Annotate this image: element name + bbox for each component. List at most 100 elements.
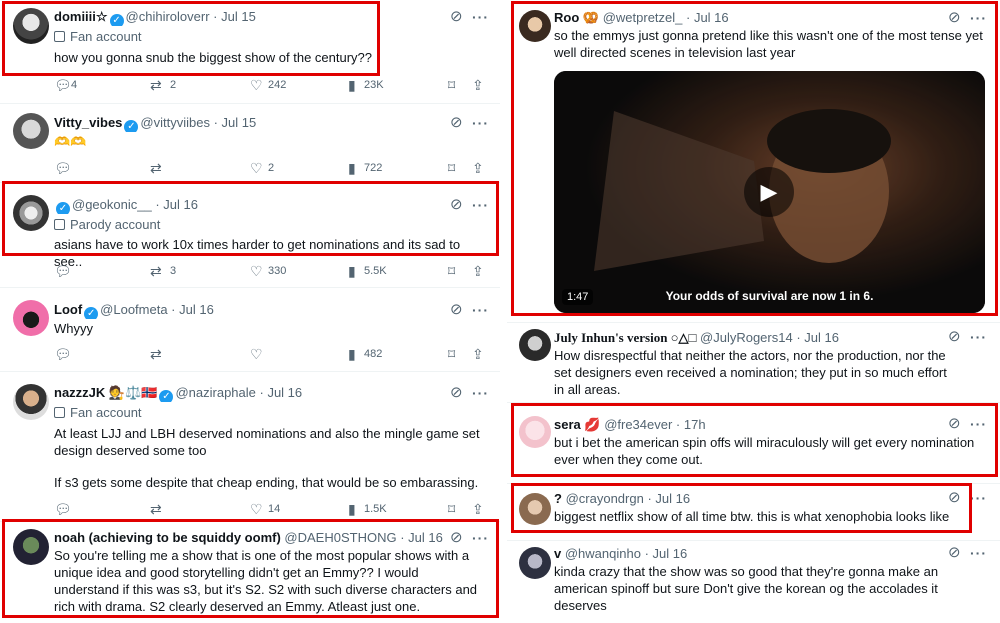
views-icon[interactable]: ▮ [348,76,356,94]
grok-icon[interactable]: ⊘ [450,385,466,401]
share-icon[interactable]: ⇪ [472,345,484,363]
grok-icon[interactable]: ⊘ [948,545,964,561]
tweet[interactable]: ? @crayondrgn · Jul 16 ⊘ ··· biggest net… [507,484,1000,540]
more-icon[interactable]: ··· [970,330,987,344]
tweet[interactable]: noah (achieving to be squiddy oomf) @DAE… [0,522,500,623]
handle[interactable]: @vittyviibes [140,115,210,130]
bookmark-icon[interactable]: ⌑ [448,159,455,177]
avatar[interactable] [519,547,551,579]
grok-icon[interactable]: ⊘ [948,10,964,26]
grok-icon[interactable]: ⊘ [948,490,964,506]
reply-icon[interactable]: 💬︎ [54,76,72,94]
timestamp[interactable]: 17h [684,417,706,432]
avatar[interactable] [13,195,49,231]
display-name[interactable]: ? [554,491,562,506]
avatar[interactable] [13,529,49,565]
avatar[interactable] [13,113,49,149]
display-name[interactable]: Vitty_vibes [54,115,122,130]
reply-icon[interactable]: 💬︎ [54,262,72,280]
display-name[interactable]: sera 💋 [554,417,601,432]
heart-icon[interactable]: ♡ [250,262,263,280]
share-icon[interactable]: ⇪ [472,76,484,94]
reply-icon[interactable]: 💬︎ [54,500,72,518]
tweet[interactable]: Roo 🥨 @wetpretzel_ · Jul 16 ⊘ ··· so the… [507,0,1000,322]
grok-icon[interactable]: ⊘ [948,416,964,432]
grok-icon[interactable]: ⊘ [450,197,466,213]
reply-icon[interactable]: 💬︎ [54,345,72,363]
bookmark-icon[interactable]: ⌑ [448,262,455,280]
video-player[interactable]: ▶ 1:47 Your odds of survival are now 1 i… [554,71,985,313]
avatar[interactable] [13,384,49,420]
more-icon[interactable]: ··· [472,386,489,400]
heart-icon[interactable]: ♡ [250,500,263,518]
timestamp[interactable]: Jul 16 [804,330,839,345]
more-icon[interactable]: ··· [472,198,489,212]
play-button[interactable]: ▶ [744,167,794,217]
display-name[interactable]: Loof [54,302,82,317]
grok-icon[interactable]: ⊘ [450,9,466,25]
handle[interactable]: @fre34ever [604,417,672,432]
handle[interactable]: @naziraphale [175,385,255,400]
repost-icon[interactable]: ⇄ [150,345,162,363]
display-name[interactable]: domiiii☆ [54,9,108,24]
repost-icon[interactable]: ⇄ [150,159,162,177]
timestamp[interactable]: Jul 16 [163,197,198,212]
timestamp[interactable]: Jul 15 [221,9,256,24]
avatar[interactable] [13,300,49,336]
timestamp[interactable]: Jul 16 [694,10,729,25]
timestamp[interactable]: Jul 16 [653,546,688,561]
share-icon[interactable]: ⇪ [472,159,484,177]
display-name[interactable]: v [554,546,561,561]
handle[interactable]: @crayondrgn [566,491,644,506]
handle[interactable]: @chihiroloverr [126,9,210,24]
tweet[interactable]: nazzzJK 🧑‍⚖️⚖️🇳🇴 ✓ @naziraphale · Jul 16 ⊘… [0,372,500,520]
tweet[interactable]: ✓ @geokonic__ · Jul 16 ⊘ ··· Parody accou… [0,183,500,286]
more-icon[interactable]: ··· [970,491,987,505]
more-icon[interactable]: ··· [970,417,987,431]
more-icon[interactable]: ··· [472,531,489,545]
bookmark-icon[interactable]: ⌑ [448,500,455,518]
bookmark-icon[interactable]: ⌑ [448,345,455,363]
views-icon[interactable]: ▮ [348,500,356,518]
more-icon[interactable]: ··· [472,10,489,24]
more-icon[interactable]: ··· [970,546,987,560]
repost-icon[interactable]: ⇄ [150,500,162,518]
timestamp[interactable]: Jul 16 [267,385,302,400]
handle[interactable]: @JulyRogers14 [700,330,793,345]
share-icon[interactable]: ⇪ [472,500,484,518]
grok-icon[interactable]: ⊘ [450,530,466,546]
handle[interactable]: @geokonic__ [72,197,152,212]
tweet[interactable]: sera 💋 @fre34ever · 17h ⊘ ··· but i bet … [507,403,1000,481]
views-icon[interactable]: ▮ [348,159,356,177]
avatar[interactable] [519,416,551,448]
handle[interactable]: @DAEH0STHONG [284,530,396,545]
views-icon[interactable]: ▮ [348,345,356,363]
avatar[interactable] [519,329,551,361]
more-icon[interactable]: ··· [472,116,489,130]
avatar[interactable] [519,493,551,525]
more-icon[interactable]: ··· [970,11,987,25]
handle[interactable]: @wetpretzel_ [603,10,683,25]
heart-icon[interactable]: ♡ [250,159,263,177]
tweet[interactable]: Vitty_vibes ✓ @vittyviibes · Jul 15 ⊘ ··· … [0,104,500,182]
timestamp[interactable]: Jul 16 [655,491,690,506]
repost-icon[interactable]: ⇄ [150,76,162,94]
tweet[interactable]: July Inhun's version ○△□ @JulyRogers14 ·… [507,323,1000,401]
grok-icon[interactable]: ⊘ [948,329,964,345]
timestamp[interactable]: Jul 16 [179,302,214,317]
heart-icon[interactable]: ♡ [250,76,263,94]
repost-icon[interactable]: ⇄ [150,262,162,280]
reply-icon[interactable]: 💬︎ [54,159,72,177]
timestamp[interactable]: Jul 15 [222,115,257,130]
avatar[interactable] [13,8,49,44]
tweet[interactable]: domiiii☆ ✓ @chihiroloverr · Jul 15 ⊘ ··· F… [0,0,500,100]
views-icon[interactable]: ▮ [348,262,356,280]
grok-icon[interactable]: ⊘ [450,115,466,131]
more-icon[interactable]: ··· [472,303,489,317]
share-icon[interactable]: ⇪ [472,262,484,280]
avatar[interactable] [519,10,551,42]
display-name[interactable]: July Inhun's version ○△□ [554,330,696,345]
bookmark-icon[interactable]: ⌑ [448,76,455,94]
handle[interactable]: @Loofmeta [100,302,167,317]
display-name[interactable]: nazzzJK 🧑‍⚖️⚖️🇳🇴 [54,385,157,400]
